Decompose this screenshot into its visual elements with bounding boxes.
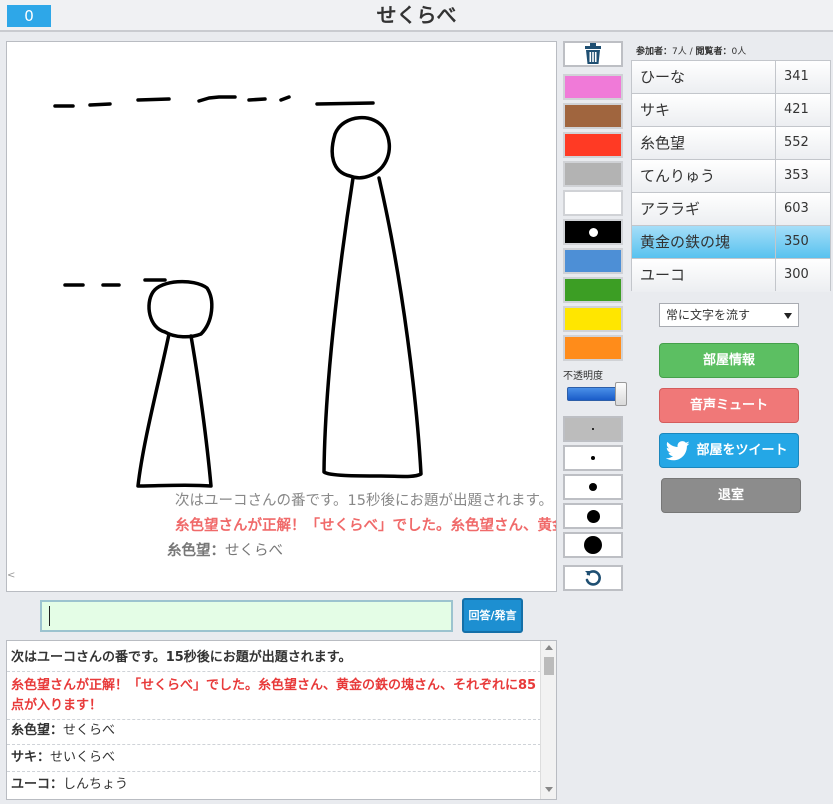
- counts-separator: /: [686, 47, 696, 57]
- opacity-track[interactable]: [567, 387, 619, 401]
- player-name: てんりゅう: [640, 167, 716, 185]
- player-score: 421: [775, 94, 830, 126]
- trash-icon: [585, 43, 601, 64]
- tweet-room-button[interactable]: 部屋をツイート: [659, 433, 799, 468]
- answer-submit-button[interactable]: 回答/発言: [462, 598, 523, 633]
- chat-message-system: 次はユーコさんの番です。15秒後にお題が出題されます。: [7, 645, 541, 672]
- pen-size-dot: [591, 456, 595, 460]
- player-row: 糸色望 552: [632, 127, 830, 160]
- twitter-bird-icon: [666, 441, 690, 461]
- player-row: ひーな 341: [632, 61, 830, 94]
- canvas-edge-mark: <: [7, 570, 16, 581]
- color-swatch[interactable]: [563, 219, 623, 245]
- opacity-knob[interactable]: [615, 382, 627, 406]
- overlay-user-text: せくらべ: [225, 543, 283, 559]
- mute-button[interactable]: 音声ミュート: [659, 388, 799, 423]
- scroll-up-arrow-icon[interactable]: [545, 645, 553, 650]
- chat-user-text: せいくらべ: [50, 750, 116, 765]
- chat-message: サキ：せいくらべ: [7, 745, 541, 772]
- clear-canvas-button[interactable]: [563, 41, 623, 67]
- answer-row: 回答/発言: [6, 594, 557, 638]
- player-score: 353: [775, 160, 830, 192]
- dropdown-arrow-icon: [784, 313, 792, 319]
- text-stream-select-value: 常に文字を流す: [666, 308, 751, 322]
- scroll-down-arrow-icon[interactable]: [545, 787, 553, 792]
- player-list: ひーな 341 サキ 421 糸色望 552 てんりゅう 353 アララギ 603 黄金の鉄の塊 35…: [631, 60, 831, 292]
- color-swatch[interactable]: [563, 190, 623, 216]
- pen-size-1-button[interactable]: [563, 416, 623, 442]
- player-row: ユーコ 300: [632, 259, 830, 292]
- player-score: 552: [775, 127, 830, 159]
- player-row: 黄金の鉄の塊 350: [632, 226, 830, 259]
- undo-icon: [585, 570, 601, 586]
- color-swatch[interactable]: [563, 248, 623, 274]
- chat-message-correct: 糸色望さんが正解！「せくらべ」でした。糸色望さん、黄金の鉄の塊さん、それぞれに8…: [7, 672, 541, 720]
- color-swatch[interactable]: [563, 335, 623, 361]
- chat-user-name: 糸色望：: [11, 723, 64, 738]
- player-row: アララギ 603: [632, 193, 830, 226]
- chat-user-text: せくらべ: [63, 723, 116, 738]
- player-name: サキ: [640, 101, 671, 119]
- chat-message: ユーコ：しんちょう: [7, 772, 541, 798]
- color-swatch[interactable]: [563, 161, 623, 187]
- player-score: 300: [775, 259, 830, 291]
- player-score: 341: [775, 61, 830, 93]
- pen-size-dot: [589, 483, 597, 491]
- participants-label: 参加者：: [636, 47, 673, 57]
- overlay-user-name: 糸色望：: [167, 543, 225, 559]
- room-info-button[interactable]: 部屋情報: [659, 343, 799, 378]
- viewers-label: 閲覧者：: [695, 47, 732, 57]
- pen-size-3-button[interactable]: [563, 474, 623, 500]
- leave-room-button[interactable]: 退室: [661, 478, 801, 513]
- answer-overlay: 次はユーコさんの番です。15秒後にお題が出題されます。 糸色望さんが正解！「せく…: [7, 42, 556, 591]
- selected-color-indicator: [588, 227, 598, 237]
- opacity-slider[interactable]: [567, 382, 627, 406]
- drawing-canvas[interactable]: 次はユーコさんの番です。15秒後にお題が出題されます。 糸色望さんが正解！「せく…: [6, 41, 557, 592]
- pen-size-dot: [584, 536, 602, 554]
- text-stream-select[interactable]: 常に文字を流す: [659, 303, 799, 327]
- header: 0 せくらべ: [0, 0, 833, 32]
- chat-scrollbar[interactable]: [540, 641, 556, 799]
- pen-size-2-button[interactable]: [563, 445, 623, 471]
- undo-button[interactable]: [563, 565, 623, 591]
- pen-size-5-button[interactable]: [563, 532, 623, 558]
- participants-count: 7人: [672, 47, 687, 57]
- opacity-label: 不透明度: [563, 371, 603, 382]
- player-score: 603: [775, 193, 830, 225]
- scroll-thumb[interactable]: [544, 657, 554, 675]
- player-name: 糸色望: [640, 134, 686, 152]
- room-counts: 参加者：7人 / 閲覧者：0人: [636, 44, 746, 57]
- chat-user-name: ユーコ：: [11, 777, 64, 792]
- player-name: 黄金の鉄の塊: [640, 233, 731, 251]
- player-score: 350: [775, 226, 830, 258]
- player-name: ひーな: [640, 68, 686, 86]
- overlay-user-message: 糸色望：せくらべ: [167, 541, 283, 561]
- pen-size-dot: [592, 428, 594, 430]
- color-swatch[interactable]: [563, 306, 623, 332]
- color-swatch[interactable]: [563, 103, 623, 129]
- chat-log[interactable]: 次はユーコさんの番です。15秒後にお題が出題されます。 糸色望さんが正解！「せく…: [6, 640, 557, 800]
- chat-user-name: サキ：: [11, 750, 51, 765]
- pen-size-dot: [586, 509, 600, 523]
- viewers-count: 0人: [731, 47, 747, 57]
- color-swatch[interactable]: [563, 132, 623, 158]
- player-row: サキ 421: [632, 94, 830, 127]
- chat-user-text: しんちょう: [63, 777, 129, 792]
- answer-input[interactable]: [40, 600, 453, 632]
- pen-size-4-button[interactable]: [563, 503, 623, 529]
- chat-message: 糸色望：せくらべ: [7, 718, 541, 745]
- player-name: ユーコ: [640, 266, 686, 284]
- text-caret: [49, 606, 50, 626]
- overlay-system-message: 次はユーコさんの番です。15秒後にお題が出題されます。: [175, 493, 554, 509]
- player-name: アララギ: [640, 200, 701, 218]
- color-swatch[interactable]: [563, 74, 623, 100]
- player-row: てんりゅう 353: [632, 160, 830, 193]
- room-title: せくらべ: [376, 3, 457, 27]
- overlay-correct-message: 糸色望さんが正解！「せくらべ」でした。糸色望さん、黄金の鉄の塊さん、それぞれに8…: [175, 518, 556, 534]
- color-swatch[interactable]: [563, 277, 623, 303]
